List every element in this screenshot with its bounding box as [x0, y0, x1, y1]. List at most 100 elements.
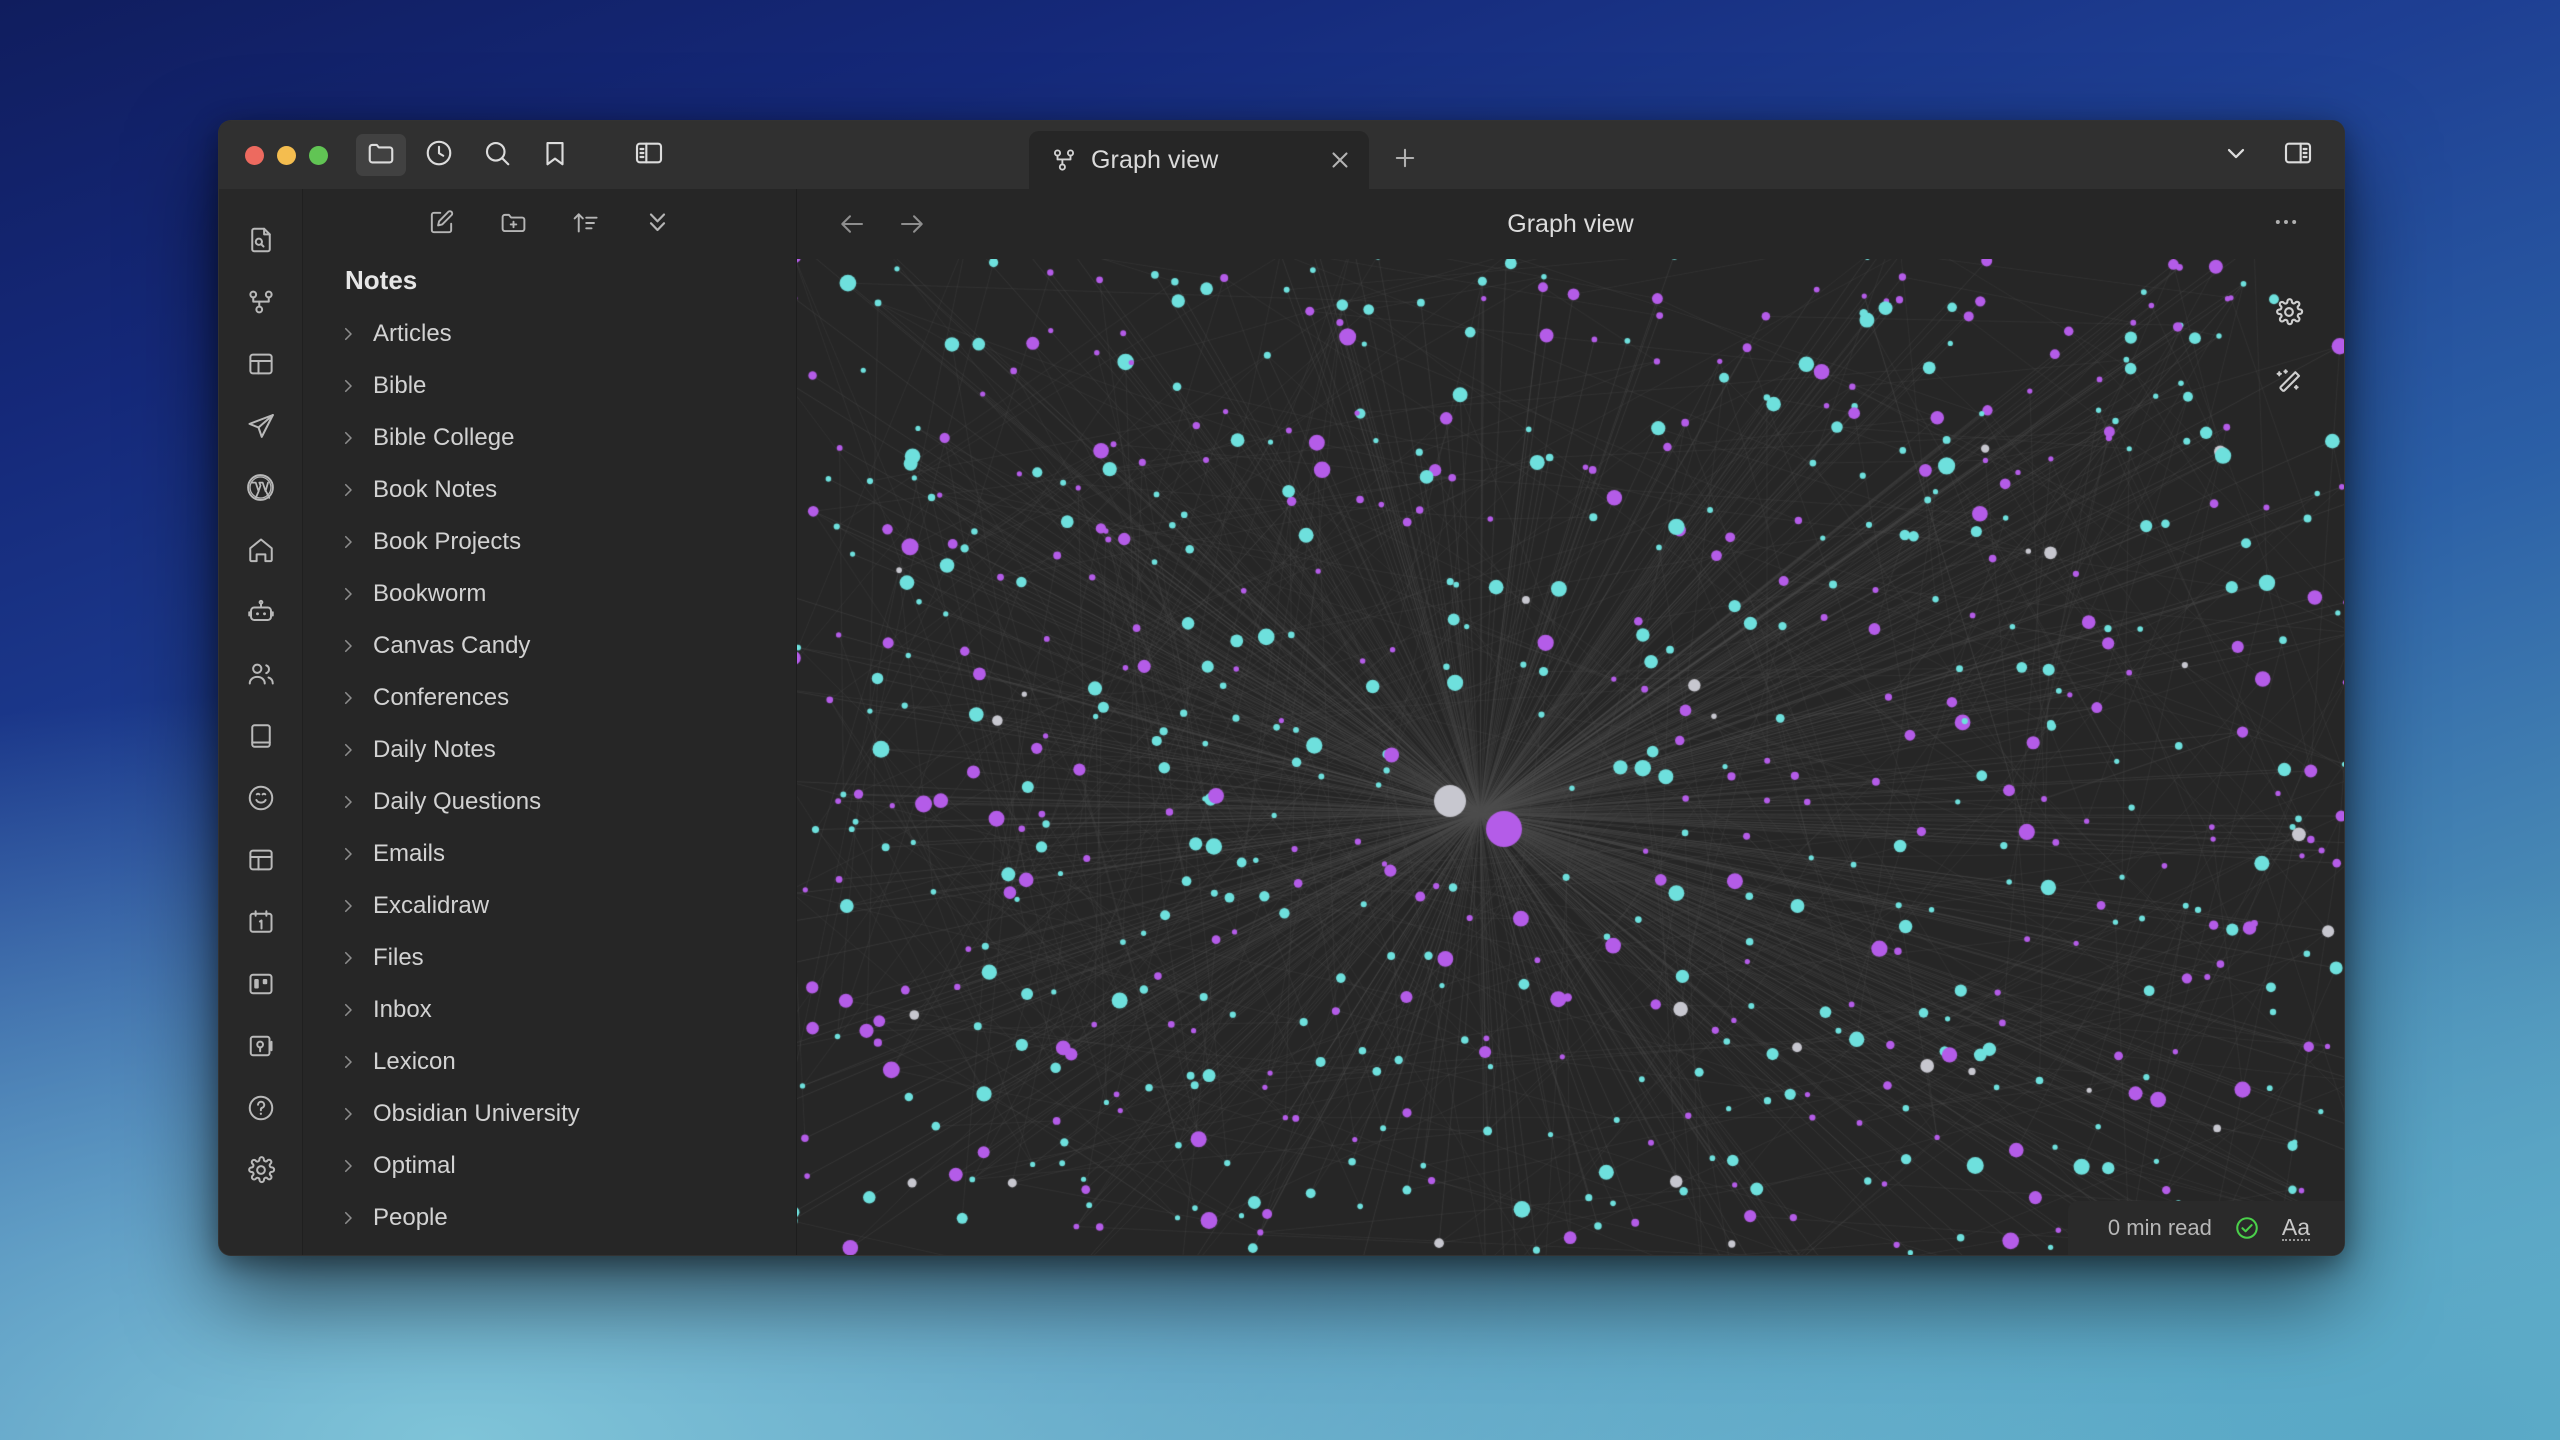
send-icon	[246, 411, 276, 446]
close-tab-button[interactable]	[1297, 147, 1353, 173]
recent-files-button[interactable]	[414, 134, 464, 176]
chevron-down-icon	[2222, 139, 2250, 172]
folder-label: Files	[373, 944, 424, 971]
folder-label: Inbox	[373, 996, 432, 1023]
sidebar-item-panel-layout[interactable]	[230, 335, 292, 397]
chevron-right-icon[interactable]	[339, 325, 359, 343]
minimize-window-button[interactable]	[277, 145, 296, 165]
bookmarks-button[interactable]	[530, 134, 580, 176]
folder-row[interactable]: Conferences	[331, 672, 796, 724]
users-icon	[246, 659, 276, 694]
restore-default-settings-button[interactable]	[2268, 363, 2310, 405]
graph-view-canvas-container[interactable]: 0 min read Aa	[797, 259, 2344, 1255]
view-options-button[interactable]	[2272, 208, 2344, 241]
toggle-right-sidebar-button[interactable]	[2274, 134, 2322, 176]
sidebar-item-graph[interactable]	[230, 273, 292, 335]
sidebar-item-dashboard[interactable]	[230, 831, 292, 893]
back-arrow-icon[interactable]	[837, 209, 867, 239]
chevron-right-icon[interactable]	[339, 1105, 359, 1123]
search-button[interactable]	[472, 134, 522, 176]
graph-icon	[1051, 147, 1077, 173]
folder-row[interactable]: Bible College	[331, 412, 796, 464]
chevron-right-icon[interactable]	[339, 793, 359, 811]
folder-row[interactable]: Daily Notes	[331, 724, 796, 776]
dashboard-icon	[246, 845, 276, 880]
folder-row[interactable]: Canvas Candy	[331, 620, 796, 672]
folder-row[interactable]: Lexicon	[331, 1036, 796, 1088]
view-header: Graph view	[797, 189, 2344, 259]
sidebar-item-robot[interactable]	[230, 583, 292, 645]
maximize-window-button[interactable]	[309, 145, 328, 165]
sidebar-item-emoji[interactable]	[230, 769, 292, 831]
titlebar-right-controls	[2212, 121, 2322, 189]
chevron-right-icon[interactable]	[339, 845, 359, 863]
sidebar-item-send[interactable]	[230, 397, 292, 459]
folder-label: Daily Notes	[373, 736, 496, 763]
folder-row[interactable]: Files	[331, 932, 796, 984]
folder-label: Obsidian University	[373, 1100, 580, 1127]
sidebar-item-calendar[interactable]	[230, 893, 292, 955]
sidebar-item-people[interactable]	[230, 645, 292, 707]
new-folder-icon	[499, 208, 528, 242]
graph-canvas[interactable]	[797, 259, 2344, 1255]
chevron-right-icon[interactable]	[339, 481, 359, 499]
home-icon	[246, 535, 276, 570]
folder-row[interactable]: Bookworm	[331, 568, 796, 620]
folder-row[interactable]: Book Notes	[331, 464, 796, 516]
magic-wand-icon	[2274, 367, 2304, 402]
chevron-right-icon[interactable]	[339, 533, 359, 551]
check-circle-icon[interactable]	[2234, 1215, 2260, 1241]
font-size-button[interactable]: Aa	[2281, 1215, 2310, 1242]
folder-row[interactable]: Book Projects	[331, 516, 796, 568]
window-titlebar: Graph view	[219, 121, 2344, 189]
folder-label: Optimal	[373, 1152, 456, 1179]
collapse-all-icon	[643, 208, 672, 242]
sidebar-item-home[interactable]	[230, 521, 292, 583]
right-sidebar-toggle-icon	[2282, 137, 2314, 174]
folder-row[interactable]: Excalidraw	[331, 880, 796, 932]
chevron-right-icon[interactable]	[339, 1209, 359, 1227]
sidebar-item-help[interactable]	[230, 1079, 292, 1141]
chevron-right-icon[interactable]	[339, 637, 359, 655]
chevron-right-icon[interactable]	[339, 377, 359, 395]
collapse-all-button[interactable]	[641, 208, 675, 242]
chevron-right-icon[interactable]	[339, 897, 359, 915]
toggle-left-sidebar-button[interactable]	[624, 134, 674, 176]
sidebar-item-wordpress[interactable]	[230, 459, 292, 521]
sidebar-item-vault[interactable]	[230, 1017, 292, 1079]
chevron-right-icon[interactable]	[339, 949, 359, 967]
chevron-right-icon[interactable]	[339, 1053, 359, 1071]
folder-row[interactable]: Optimal	[331, 1140, 796, 1192]
chevron-right-icon[interactable]	[339, 1001, 359, 1019]
new-folder-button[interactable]	[497, 208, 531, 242]
chevron-right-icon[interactable]	[339, 429, 359, 447]
robot-icon	[246, 597, 276, 632]
sort-order-button[interactable]	[569, 208, 603, 242]
new-note-button[interactable]	[425, 208, 459, 242]
folder-label: Lexicon	[373, 1048, 456, 1075]
graph-settings-button[interactable]	[2268, 293, 2310, 335]
sidebar-item-kanban[interactable]	[230, 955, 292, 1017]
folder-row[interactable]: Daily Questions	[331, 776, 796, 828]
sidebar-item-settings[interactable]	[230, 1141, 292, 1203]
page-title: Graph view	[1507, 209, 1634, 238]
sidebar-item-book[interactable]	[230, 707, 292, 769]
folder-row[interactable]: Articles	[331, 308, 796, 360]
folder-row[interactable]: Emails	[331, 828, 796, 880]
more-options-button[interactable]	[2212, 134, 2260, 176]
folder-row[interactable]: Obsidian University	[331, 1088, 796, 1140]
sidebar-item-file-search[interactable]	[230, 211, 292, 273]
chevron-right-icon[interactable]	[339, 585, 359, 603]
chevron-right-icon[interactable]	[339, 741, 359, 759]
folder-row[interactable]: Inbox	[331, 984, 796, 1036]
forward-arrow-icon[interactable]	[897, 209, 927, 239]
close-window-button[interactable]	[245, 145, 264, 165]
folder-row[interactable]: People	[331, 1192, 796, 1244]
chevron-right-icon[interactable]	[339, 1157, 359, 1175]
tab-graph-view[interactable]: Graph view	[1029, 131, 1369, 189]
folder-row[interactable]: Bible	[331, 360, 796, 412]
new-tab-button[interactable]	[1369, 131, 1441, 189]
chevron-right-icon[interactable]	[339, 689, 359, 707]
tab-strip: Graph view	[1029, 131, 2044, 189]
files-button[interactable]	[356, 134, 406, 176]
